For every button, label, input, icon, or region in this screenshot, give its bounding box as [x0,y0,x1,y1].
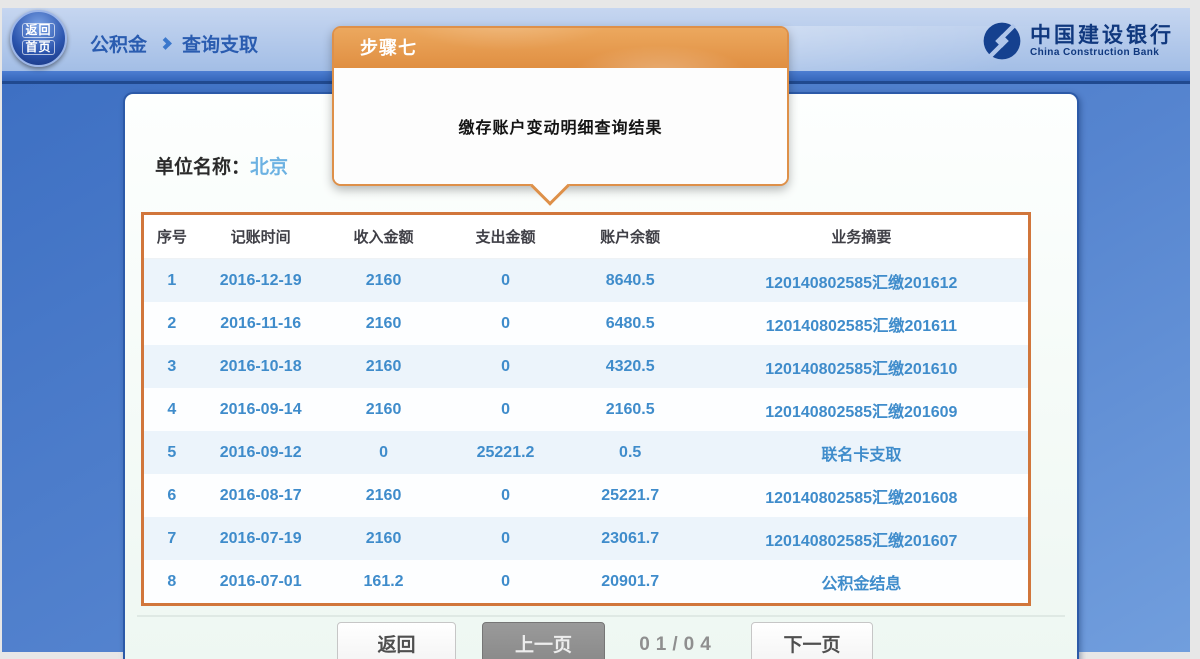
column-header: 序号 [144,226,200,247]
table-cell: 2160 [322,272,446,290]
table-row: 72016-07-192160023061.7120140802585汇缴201… [144,517,1028,560]
table-cell: 2160.5 [566,401,695,419]
table-cell: 0 [445,487,565,505]
app-frame: 返回 首页 公积金 查询支取 中国建设银行 China Construction… [2,8,1190,652]
table-cell: 0 [445,401,565,419]
column-header: 业务摘要 [695,226,1028,247]
company-name-label: 单位名称： [155,157,250,178]
table-cell: 2160 [322,401,446,419]
table-cell: 2016-07-01 [200,573,322,591]
page-indicator: 01/04 [622,622,734,659]
table-cell: 120140802585汇缴201612 [695,269,1028,293]
table-cell: 2016-08-17 [200,487,322,505]
table-cell: 0 [445,530,565,548]
bank-logo-text: 中国建设银行 China Construction Bank [1030,25,1174,58]
table-cell: 4 [144,401,200,419]
table-cell: 0 [445,272,565,290]
step-tooltip: 步骤七 缴存账户变动明细查询结果 [332,26,789,186]
table-cell: 0 [322,444,446,462]
table-cell: 联名卡支取 [695,441,1028,465]
step-tooltip-title: 步骤七 [334,28,787,68]
table-cell: 0.5 [566,444,695,462]
table-cell: 0 [445,358,565,376]
table-cell: 8640.5 [566,272,695,290]
breadcrumb-current[interactable]: 查询支取 [182,30,258,57]
table-row: 52016-09-12025221.20.5联名卡支取 [144,431,1028,474]
table-cell: 120140802585汇缴201608 [695,484,1028,508]
table-cell: 0 [445,573,565,591]
company-name-value: 北京 [250,157,288,178]
table-cell: 120140802585汇缴201607 [695,527,1028,551]
table-cell: 23061.7 [566,530,695,548]
table-row: 12016-12-19216008640.5120140802585汇缴2016… [144,259,1028,302]
column-header: 支出金额 [445,226,565,247]
table-cell: 2016-09-12 [200,444,322,462]
table-body: 12016-12-19216008640.5120140802585汇缴2016… [144,259,1028,603]
table-cell: 161.2 [322,573,446,591]
chevron-right-icon [159,37,172,50]
table-cell: 2160 [322,530,446,548]
table-cell: 2160 [322,315,446,333]
table-cell: 公积金结息 [695,570,1028,594]
table-cell: 5 [144,444,200,462]
table-cell: 2016-12-19 [200,272,322,290]
bank-name-en: China Construction Bank [1030,47,1174,58]
company-name-line: 单位名称：北京 [155,152,288,179]
table-cell: 2160 [322,358,446,376]
table-cell: 120140802585汇缴201611 [695,312,1028,336]
table-cell: 2016-07-19 [200,530,322,548]
table-cell: 6 [144,487,200,505]
breadcrumb-section[interactable]: 公积金 [90,30,147,57]
table-cell: 8 [144,573,200,591]
table-cell: 2 [144,315,200,333]
home-button-label-line2: 首页 [22,40,54,55]
breadcrumb: 公积金 查询支取 [90,30,258,57]
table-cell: 7 [144,530,200,548]
table-cell: 3 [144,358,200,376]
table-cell: 4320.5 [566,358,695,376]
table-cell: 2016-11-16 [200,315,322,333]
table-cell: 1 [144,272,200,290]
table-header-row: 序号记账时间收入金额支出金额账户余额业务摘要 [144,215,1028,259]
bank-name-cn: 中国建设银行 [1030,25,1174,47]
table-cell: 25221.2 [445,444,565,462]
ccb-logo-icon [981,20,1023,62]
table-cell: 6480.5 [566,315,695,333]
prev-page-button[interactable]: 上一页 [482,622,605,659]
next-page-button[interactable]: 下一页 [751,622,873,659]
table-cell: 25221.7 [566,487,695,505]
table-cell: 2160 [322,487,446,505]
table-cell: 20901.7 [566,573,695,591]
table-cell: 120140802585汇缴201610 [695,355,1028,379]
table-cell: 120140802585汇缴201609 [695,398,1028,422]
results-table: 序号记账时间收入金额支出金额账户余额业务摘要 12016-12-19216008… [141,212,1031,606]
table-row: 32016-10-18216004320.5120140802585汇缴2016… [144,345,1028,388]
column-header: 账户余额 [566,226,695,247]
table-cell: 2016-09-14 [200,401,322,419]
table-cell: 2016-10-18 [200,358,322,376]
bank-logo: 中国建设银行 China Construction Bank [981,20,1174,62]
table-row: 82016-07-01161.2020901.7公积金结息 [144,560,1028,603]
column-header: 记账时间 [200,226,322,247]
back-button[interactable]: 返回 [337,622,456,659]
home-button[interactable]: 返回 首页 [10,10,67,67]
table-row: 42016-09-14216002160.5120140802585汇缴2016… [144,388,1028,431]
step-tooltip-message: 缴存账户变动明细查询结果 [334,68,787,184]
footer-divider [137,615,1065,617]
home-button-label-line1: 返回 [22,23,54,38]
table-cell: 0 [445,315,565,333]
screen: 返回 首页 公积金 查询支取 中国建设银行 China Construction… [0,0,1200,659]
table-row: 22016-11-16216006480.5120140802585汇缴2016… [144,302,1028,345]
column-header: 收入金额 [322,226,446,247]
table-row: 62016-08-172160025221.7120140802585汇缴201… [144,474,1028,517]
